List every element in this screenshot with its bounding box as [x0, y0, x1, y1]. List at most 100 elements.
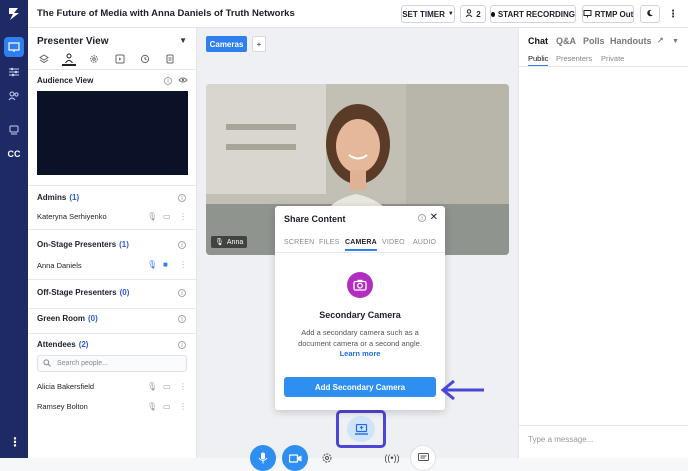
set-timer-button[interactable]: SET TIMER ▼: [401, 5, 455, 23]
more-vertical-icon[interactable]: ⋮: [179, 402, 187, 411]
eye-icon[interactable]: [178, 76, 188, 84]
viewer-count-button[interactable]: 2: [460, 5, 486, 23]
chat-bubble-icon: [417, 453, 429, 461]
microphone-active-icon[interactable]: 🎙: [147, 260, 157, 269]
tab-chat[interactable]: Chat: [528, 36, 548, 46]
camera-icon[interactable]: ▭: [163, 402, 171, 411]
microphone-toggle-button[interactable]: [250, 445, 276, 471]
off-stage-label: Off-Stage Presenters: [37, 288, 117, 297]
presenter-panel: Presenter View ▼ Audience View i Admins(…: [28, 28, 197, 458]
settings-button[interactable]: [314, 445, 340, 471]
dialog-title: Share Content: [284, 214, 346, 224]
layers-icon[interactable]: [37, 52, 51, 66]
dialog-heading: Secondary Camera: [319, 310, 401, 320]
attendee-name: Alicia Bakersfield: [37, 382, 95, 391]
attendees-count: (2): [78, 340, 89, 349]
subtab-private[interactable]: Private: [601, 54, 624, 63]
on-stage-label: On-Stage Presenters: [37, 240, 117, 249]
green-room-label: Green Room: [37, 314, 86, 323]
more-vertical-icon[interactable]: ⋮: [9, 435, 21, 449]
timer-icon[interactable]: [138, 52, 152, 66]
arrow-left-icon: [440, 379, 486, 405]
rtmp-out-label: RTMP Out: [594, 9, 634, 19]
dark-mode-toggle[interactable]: [640, 5, 660, 23]
info-icon[interactable]: i: [178, 341, 186, 349]
person-icon: [465, 9, 473, 19]
people-icon[interactable]: [4, 86, 24, 106]
search-placeholder: Search people...: [57, 360, 108, 367]
camera-icon[interactable]: ▭: [163, 212, 171, 221]
admin-person-name: Kateryna Serhiyenko: [37, 212, 107, 221]
on-stage-person-name: Anna Daniels: [37, 261, 82, 270]
info-icon[interactable]: i: [164, 77, 172, 85]
dialog-description: Add a secondary camera such as a documen…: [298, 328, 422, 348]
tab-cameras[interactable]: Cameras: [206, 36, 247, 52]
chat-toggle-button[interactable]: [410, 445, 436, 471]
camera-active-icon[interactable]: ■: [163, 260, 168, 269]
info-icon[interactable]: i: [178, 241, 186, 249]
camera-badge-icon: [347, 272, 373, 298]
admins-section-title: Admins (1): [37, 193, 79, 202]
admins-count: (1): [69, 193, 80, 202]
add-secondary-camera-button[interactable]: Add Secondary Camera: [284, 377, 436, 397]
more-vertical-icon[interactable]: ⋮: [179, 212, 187, 221]
rtmp-out-button[interactable]: RTMP Out: [582, 5, 634, 23]
app-logo-icon: [5, 5, 23, 23]
microphone-icon[interactable]: 🎙: [147, 382, 157, 391]
tab-polls[interactable]: Polls: [583, 36, 605, 46]
microphone-icon: [258, 452, 268, 464]
more-vertical-icon[interactable]: ⋮: [179, 382, 187, 391]
on-stage-section-title: On-Stage Presenters (1): [37, 240, 129, 249]
attendee-name: Ramsey Bolton: [37, 402, 88, 411]
microphone-icon[interactable]: 🎙: [147, 212, 157, 221]
backstage-icon[interactable]: [4, 120, 24, 140]
panel-title: Presenter View: [37, 36, 109, 47]
audience-view-title: Audience View: [37, 76, 94, 85]
info-icon[interactable]: i: [178, 194, 186, 202]
microphone-icon[interactable]: 🎙: [147, 402, 157, 411]
settings-gear-icon[interactable]: [87, 52, 101, 66]
viewer-count: 2: [476, 9, 481, 19]
tab-camera[interactable]: CAMERA: [345, 239, 377, 251]
add-tab-button[interactable]: +: [252, 36, 266, 52]
search-people-input[interactable]: Search people...: [37, 355, 187, 372]
off-stage-section-title: Off-Stage Presenters (0): [37, 288, 129, 297]
tab-files[interactable]: FILES: [319, 239, 339, 246]
notes-icon[interactable]: [163, 52, 177, 66]
info-icon[interactable]: i: [418, 214, 426, 222]
start-recording-button[interactable]: START RECORDING: [490, 5, 576, 23]
left-rail: CC ⋮: [0, 0, 28, 458]
gear-icon: [322, 453, 332, 463]
search-icon: [43, 358, 51, 369]
external-link-icon[interactable]: ↗: [657, 36, 664, 45]
person-tab-icon[interactable]: [62, 52, 76, 66]
screen-share-icon: [354, 423, 368, 435]
learn-more-link[interactable]: Learn more: [275, 349, 445, 358]
more-options-button[interactable]: ⋮: [665, 5, 681, 23]
chevron-down-icon[interactable]: ▼: [672, 38, 679, 45]
sliders-icon[interactable]: [4, 62, 24, 82]
chat-panel: Chat Q&A Polls Handouts ↗ ▼ Public Prese…: [518, 28, 688, 458]
tab-handouts[interactable]: Handouts: [610, 36, 652, 46]
share-content-button[interactable]: [347, 416, 375, 442]
camera-icon[interactable]: ▭: [163, 382, 171, 391]
tab-screen[interactable]: SCREEN: [284, 239, 314, 246]
chat-message-input[interactable]: Type a message...: [519, 425, 688, 458]
chevron-down-icon[interactable]: ▼: [179, 36, 187, 45]
tab-video[interactable]: VIDEO: [382, 239, 405, 246]
on-stage-count: (1): [119, 240, 129, 249]
media-icon[interactable]: [113, 52, 127, 66]
tab-audio[interactable]: AUDIO: [413, 239, 436, 246]
camera-toggle-button[interactable]: [282, 445, 308, 471]
start-recording-label: START RECORDING: [497, 9, 575, 19]
closed-captions-icon[interactable]: CC: [4, 144, 24, 164]
broadcast-button[interactable]: ((•)): [379, 445, 405, 471]
info-icon[interactable]: i: [178, 315, 186, 323]
tab-qa[interactable]: Q&A: [556, 36, 576, 46]
microphone-icon: 🎙: [215, 239, 224, 246]
close-icon[interactable]: ✕: [430, 212, 438, 223]
info-icon[interactable]: i: [178, 289, 186, 297]
presenter-view-nav-icon[interactable]: [4, 37, 24, 57]
subtab-presenters[interactable]: Presenters: [556, 54, 592, 63]
more-vertical-icon[interactable]: ⋮: [179, 260, 187, 269]
